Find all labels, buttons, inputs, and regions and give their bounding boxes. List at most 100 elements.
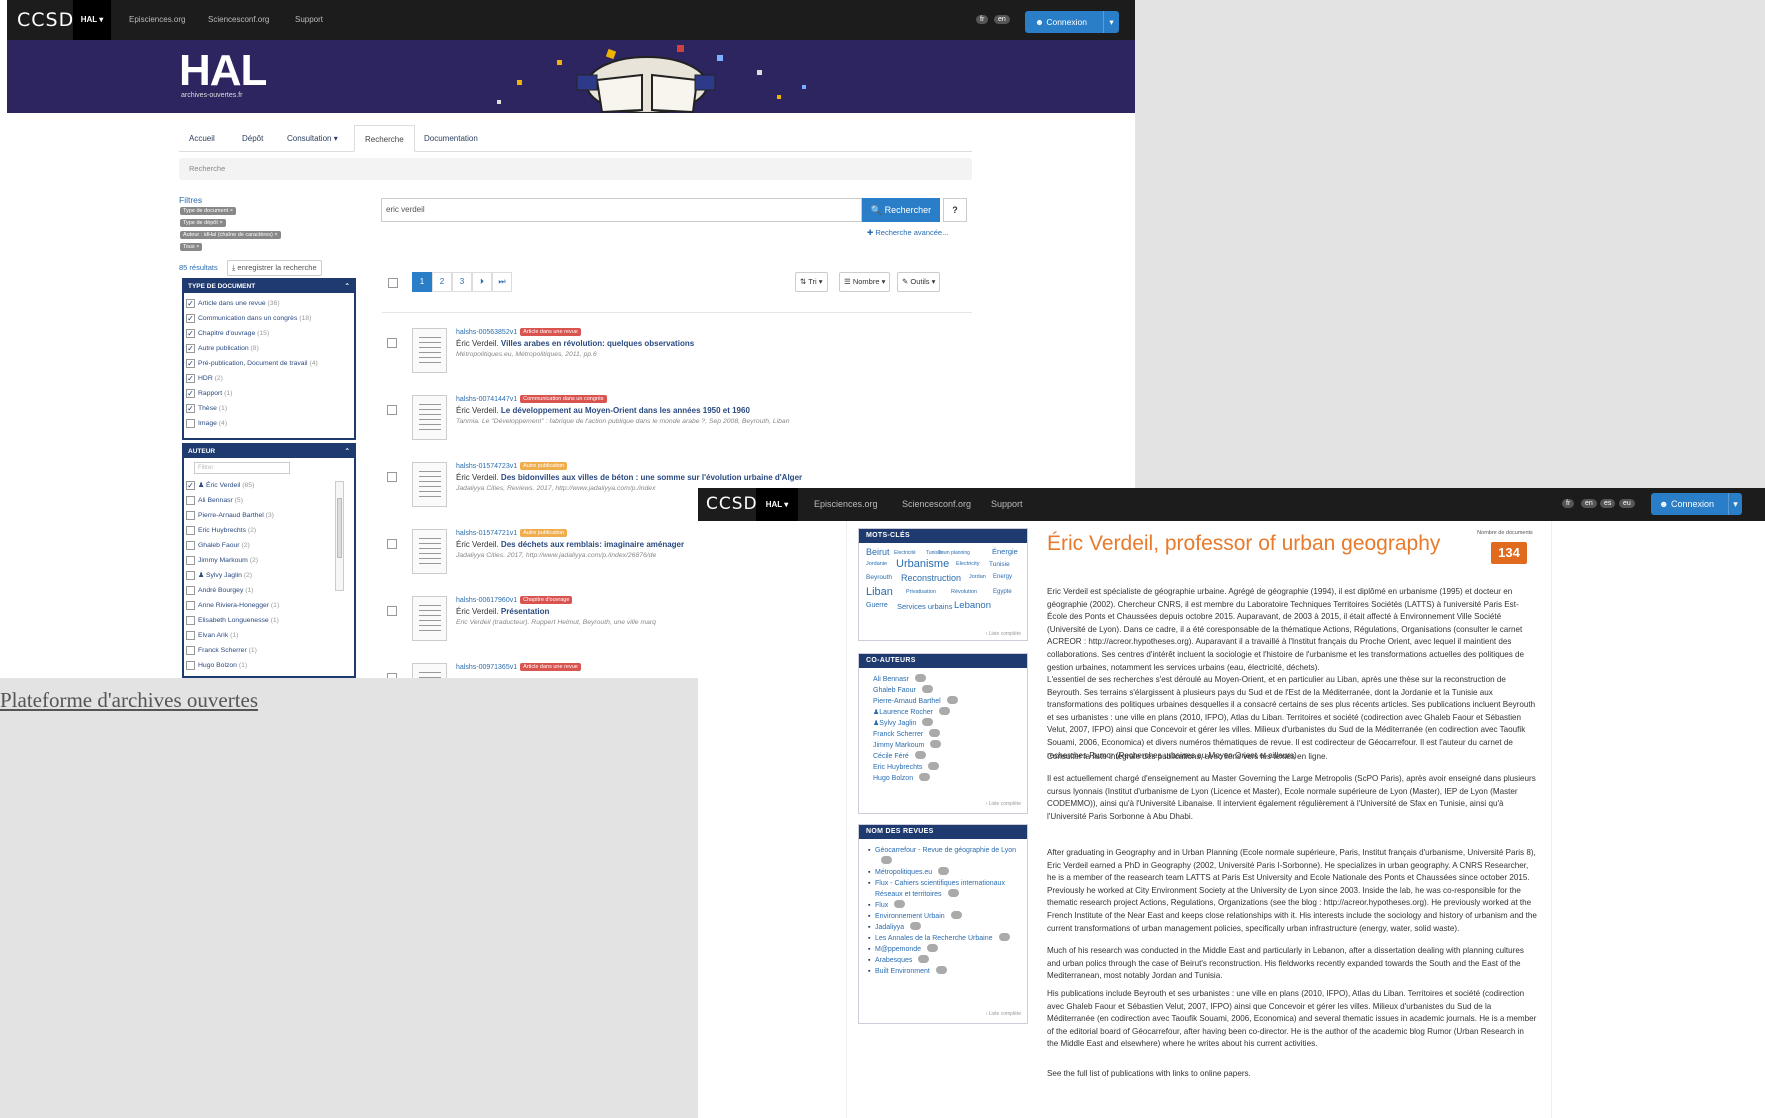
document-thumbnail[interactable] [412,395,447,440]
keyword-link[interactable]: Town planning [938,550,970,556]
checkbox[interactable]: ✓ [186,299,195,308]
keyword-link[interactable]: Reconstruction [901,573,961,583]
scrollbar[interactable] [335,481,344,591]
author-option[interactable]: ✓ ♟ Éric Verdeil (85) [184,478,354,493]
link-support[interactable]: Support [295,0,323,40]
docs-count-badge[interactable]: 134 [1491,542,1527,564]
coauthor-link[interactable]: ♟Sylvy Jaglin [859,718,1027,729]
lang-es[interactable]: es [1600,499,1616,508]
coauthor-link[interactable]: Jimmy Markoum [859,740,1027,751]
result-checkbox[interactable] [387,338,397,348]
hal-menu[interactable]: HAL ▾ [73,0,111,40]
checkbox[interactable]: ✓ [186,374,195,383]
lang-eu[interactable]: eu [1619,499,1635,508]
keyword-link[interactable]: Jordanie [866,561,887,567]
caret-down-icon[interactable]: ▾ [1103,11,1119,33]
journal-link[interactable]: Built Environment [859,966,1021,977]
result-id[interactable]: halshs-01574721v1 Autre publication [456,529,568,537]
result-title[interactable]: Éric Verdeil. Des déchets aux remblais: … [456,540,684,549]
doctype-option[interactable]: ✓ Thèse (1) [184,401,354,416]
link-sciencesconf[interactable]: Sciencesconf.org [208,0,269,40]
author-option[interactable]: Anne Riviera-Honegger (1) [184,598,354,613]
checkbox[interactable] [186,526,195,535]
checkbox[interactable] [186,616,195,625]
result-id[interactable]: halshs-00971365v1 Article dans une revue [456,663,581,671]
doctype-option[interactable]: ✓ Communication dans un congrès (18) [184,311,354,326]
checkbox[interactable]: ✓ [186,344,195,353]
checkbox[interactable] [186,571,195,580]
filter-tag[interactable]: Tous × [180,243,203,251]
coauthor-link[interactable]: Hugo Bolzon [859,773,1027,784]
keyword-link[interactable]: Énergie [992,547,1018,556]
author-option[interactable]: André Bourgey (1) [184,583,354,598]
checkbox[interactable] [186,661,195,670]
tab-recherche[interactable]: Recherche [354,125,415,152]
page-3[interactable]: 3 [452,272,472,292]
keyword-link[interactable]: Energy [993,574,1012,580]
link-episciences[interactable]: Episciences.org [814,488,878,521]
keyword-link[interactable]: Electricité [894,550,916,556]
journal-link[interactable]: Métropolitiques.eu [859,867,1021,878]
filter-tag[interactable]: Auteur : idHal (chaîne de caractères) × [180,231,281,239]
checkbox[interactable]: ✓ [186,404,195,413]
link-sciencesconf[interactable]: Sciencesconf.org [902,488,971,521]
result-checkbox[interactable] [387,405,397,415]
doctype-option[interactable]: ✓ HDR (2) [184,371,354,386]
checkbox[interactable] [186,586,195,595]
full-list-link[interactable]: › Liste complète [859,1011,1027,1017]
keyword-link[interactable]: Urbanisme [896,558,949,570]
keyword-link[interactable]: Lebanon [954,600,991,611]
tools-button[interactable]: ✎ Outils ▾ [897,272,941,292]
result-checkbox[interactable] [387,673,397,678]
checkbox[interactable] [186,631,195,640]
result-checkbox[interactable] [387,606,397,616]
connexion-button[interactable]: ☻ Connexion ▾ [1651,493,1742,515]
coauthor-link[interactable]: Pierre-Arnaud Barthel [859,696,1027,707]
tab-accueil[interactable]: Accueil [189,125,215,152]
save-search-button[interactable]: ⤓ enregistrer la recherche [227,260,322,276]
author-filter-input[interactable]: Filtrer [194,462,290,474]
keyword-link[interactable]: Beirut [866,547,890,557]
tab-documentation[interactable]: Documentation [424,125,478,152]
result-id[interactable]: halshs-00741447v1 Communication dans un c… [456,395,607,403]
author-option[interactable]: Pierre-Arnaud Barthel (3) [184,508,354,523]
journal-link[interactable]: Environnement Urbain [859,911,1021,922]
coauthor-link[interactable]: Ghaleb Faour [859,685,1027,696]
author-option[interactable]: Jimmy Markoum (2) [184,553,354,568]
last-page-icon[interactable]: ⏭ [492,272,512,292]
connexion-button[interactable]: ☻ Connexion ▾ [1025,11,1119,33]
result-title[interactable]: Éric Verdeil. Villes arabes en révolutio… [456,339,694,348]
filter-tag[interactable]: Type de document × [180,207,236,215]
lang-fr[interactable]: fr [1562,499,1575,508]
document-thumbnail[interactable] [412,462,447,507]
keyword-link[interactable]: Guerre [866,602,888,609]
journal-link[interactable]: Flux [859,900,1021,911]
page-1[interactable]: 1 [412,272,432,292]
document-thumbnail[interactable] [412,596,447,641]
search-input[interactable]: eric verdeil [381,198,862,222]
author-option[interactable]: Ghaleb Faour (2) [184,538,354,553]
coauthor-link[interactable]: ♟Laurence Rocher [859,707,1027,718]
journal-link[interactable]: Flux - Cahiers scientifiques internation… [859,878,1021,900]
lang-en[interactable]: en [994,15,1010,24]
link-support[interactable]: Support [991,488,1023,521]
doctype-option[interactable]: ✓ Chapitre d'ouvrage (15) [184,326,354,341]
checkbox[interactable] [186,556,195,565]
keyword-link[interactable]: Electricity [956,561,980,567]
doctype-option[interactable]: ✓ Rapport (1) [184,386,354,401]
tab-depot[interactable]: Dépôt [242,125,263,152]
author-option[interactable]: Franck Scherrer (1) [184,643,354,658]
coauthor-link[interactable]: Eric Huybrechts [859,762,1027,773]
checkbox[interactable] [186,541,195,550]
author-option[interactable]: Ali Bennasr (5) [184,493,354,508]
full-list-link[interactable]: › Liste complète [859,631,1027,637]
facet-header[interactable]: TYPE DE DOCUMENT ⌃ [184,280,354,293]
caret-down-icon[interactable]: ▾ [1728,493,1742,515]
author-option[interactable]: Hugo Bolzon (1) [184,658,354,673]
result-title[interactable]: Éric Verdeil. Des bidonvilles aux villes… [456,473,802,482]
hal-menu[interactable]: HAL ▾ [756,488,798,521]
full-list-link[interactable]: › Liste complète [859,801,1027,807]
lang-en[interactable]: en [1581,499,1597,508]
search-button[interactable]: 🔍 Rechercher [862,198,940,222]
keyword-link[interactable]: Beyrouth [866,574,892,581]
